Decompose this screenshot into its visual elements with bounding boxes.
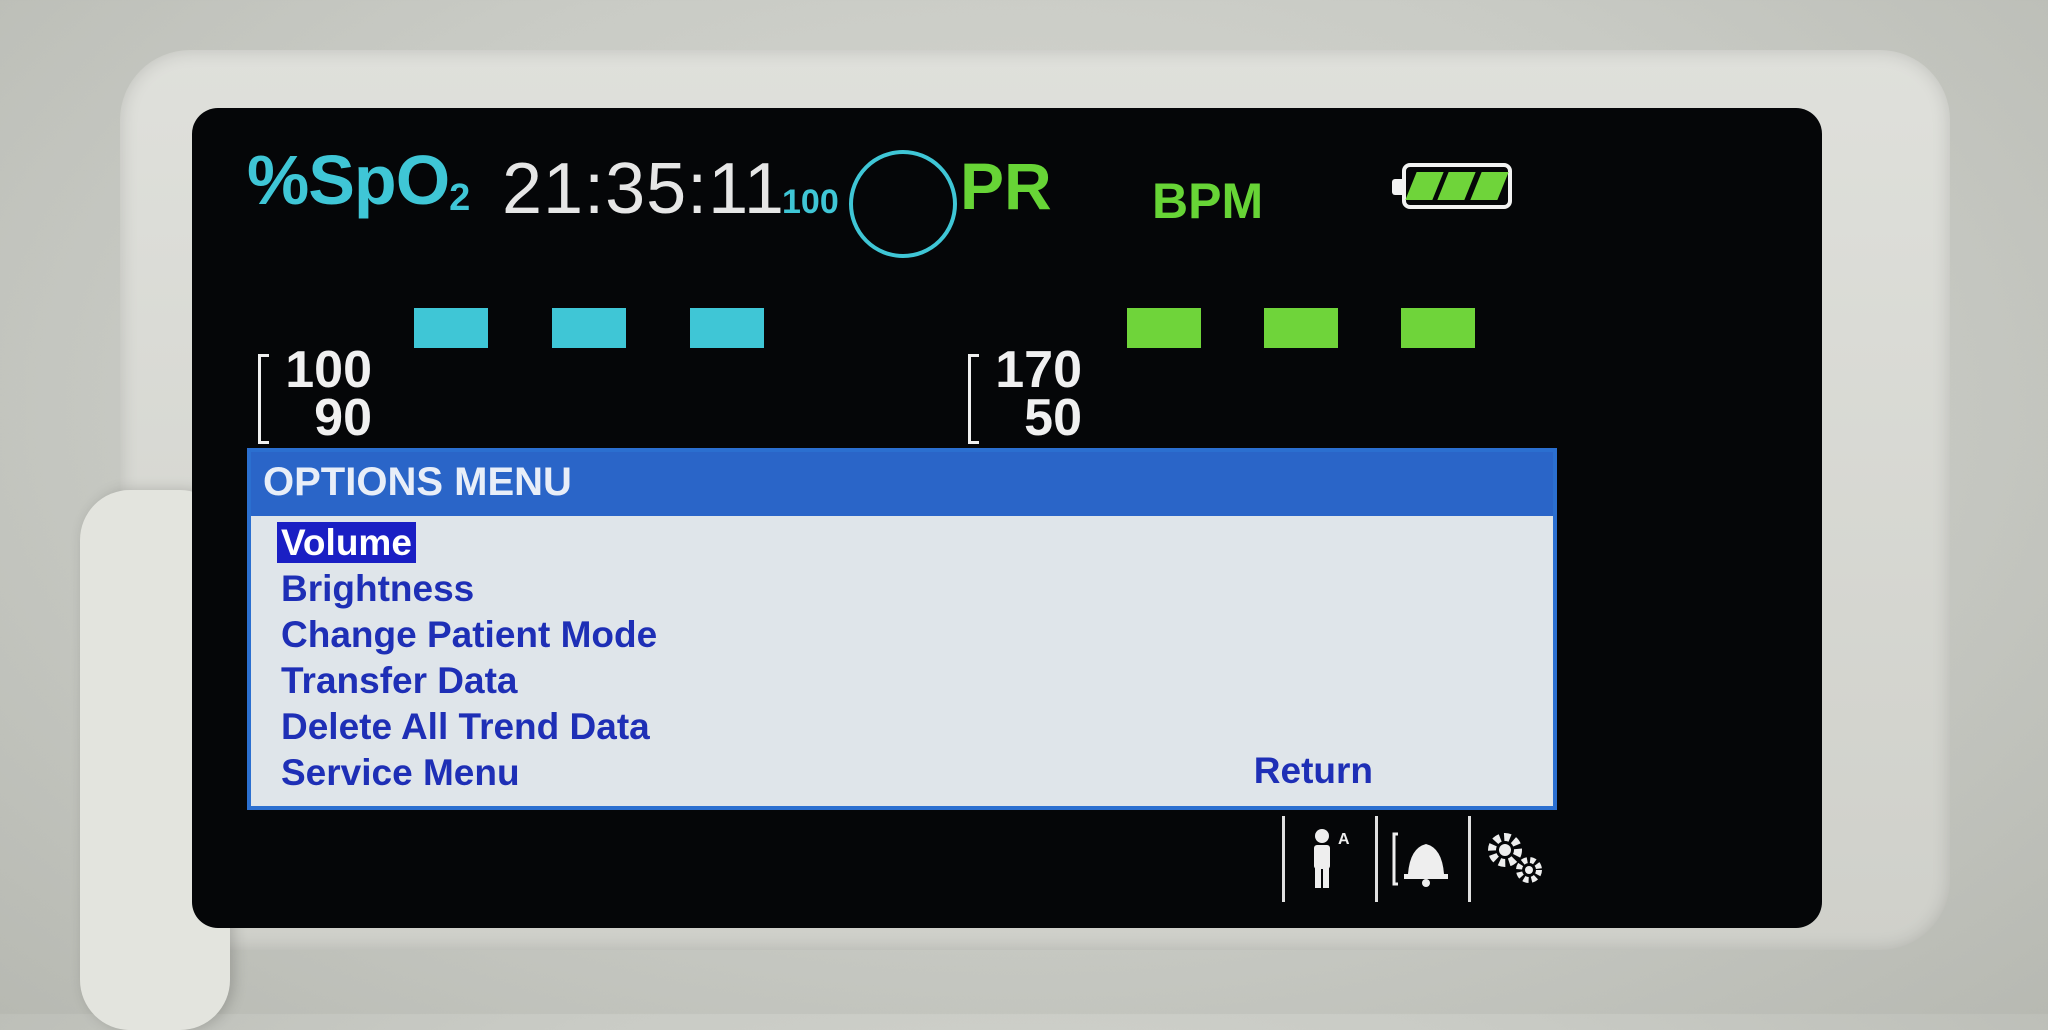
pr-label: PR (960, 149, 1052, 223)
bpm-label: BPM (1152, 173, 1264, 229)
spo2-label: %SpO2 (247, 141, 470, 219)
menu-item-brightness[interactable]: Brightness (277, 566, 1553, 612)
spo2-dash (552, 308, 626, 348)
alarm-softkey[interactable] (1375, 816, 1468, 902)
softkey-bar: A (1282, 816, 1561, 902)
menu-item-transfer-data[interactable]: Transfer Data (277, 658, 1553, 704)
options-menu: OPTIONS MENU Volume Brightness Change Pa… (247, 448, 1557, 810)
menu-item-delete-trend-data[interactable]: Delete All Trend Data (277, 704, 1553, 750)
pulse-amplitude-value: 100 (782, 183, 839, 221)
battery-cell (1469, 172, 1509, 200)
menu-item-change-patient-mode[interactable]: Change Patient Mode (277, 612, 1553, 658)
return-button[interactable]: Return (1254, 750, 1373, 792)
menu-item-volume[interactable]: Volume (277, 520, 1553, 566)
limit-bracket (258, 354, 269, 444)
spo2-low-limit: 90 (314, 389, 372, 447)
pr-dash (1264, 308, 1338, 348)
svg-text:A: A (1338, 831, 1350, 848)
pr-dash (1401, 308, 1475, 348)
battery-cell (1437, 172, 1477, 200)
spo2-alarm-limits: 100 90 (258, 341, 372, 447)
patient-mode-softkey[interactable]: A (1282, 816, 1375, 902)
monitor-screen: %SpO2 21:35:11 100 PR BPM 100 90 170 50 … (192, 108, 1822, 928)
options-menu-title: OPTIONS MENU (251, 452, 1553, 516)
spo2-high-limit: 100 (285, 341, 372, 399)
limit-bracket (968, 354, 979, 444)
settings-gears-icon (1488, 833, 1542, 883)
spo2-dash (414, 308, 488, 348)
spo2-dash (690, 308, 764, 348)
pr-low-limit: 50 (1024, 389, 1082, 447)
pr-high-limit: 170 (995, 341, 1082, 399)
pulse-indicator-icon (849, 150, 957, 258)
pr-dash (1127, 308, 1201, 348)
clock: 21:35:11 (502, 149, 785, 229)
battery-icon (1392, 163, 1512, 209)
alarm-bell-icon (1392, 832, 1448, 887)
pr-alarm-limits: 170 50 (968, 341, 1082, 447)
patient-mode-icon: A (1314, 829, 1350, 888)
settings-softkey[interactable] (1468, 816, 1561, 902)
